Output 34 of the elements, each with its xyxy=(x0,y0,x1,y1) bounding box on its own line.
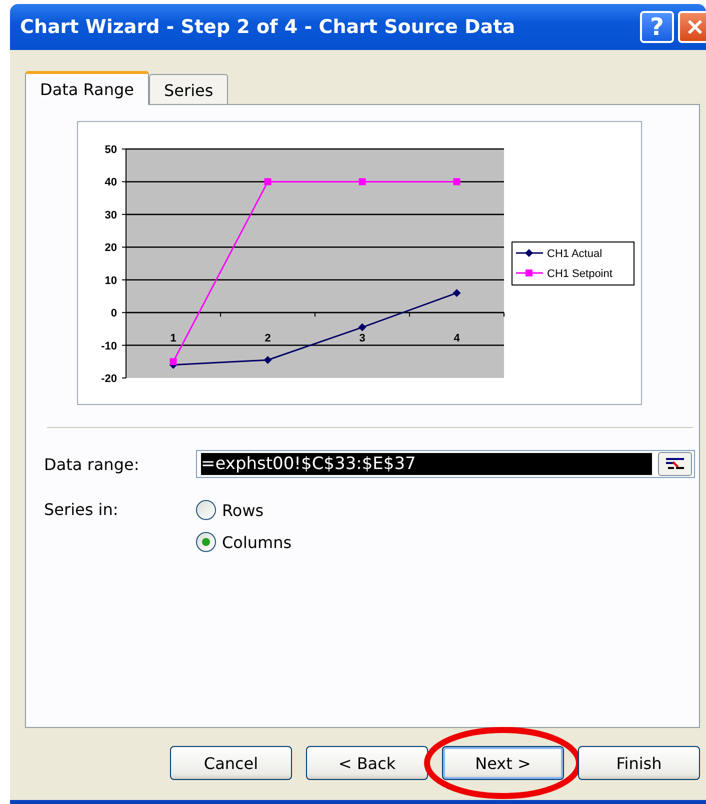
legend-swatch xyxy=(516,270,543,276)
data-point xyxy=(358,323,366,332)
field-label: Data range: xyxy=(44,454,140,474)
y-tick-label: 20 xyxy=(104,242,117,254)
legend-label: CH1 Setpoint xyxy=(547,268,612,280)
y-tick-label: 30 xyxy=(104,209,117,222)
tab[interactable]: Series xyxy=(149,74,228,104)
close-button[interactable] xyxy=(678,11,706,43)
y-tick-label: 50 xyxy=(104,144,117,156)
dialog-button[interactable]: Finish xyxy=(578,746,700,780)
x-tick-label: 3 xyxy=(359,332,366,345)
dialog-button[interactable]: Next > xyxy=(442,746,564,780)
data-point xyxy=(452,288,461,297)
legend-swatch xyxy=(516,249,543,257)
y-tick-label: 0 xyxy=(110,308,117,320)
group-label: Series in: xyxy=(44,500,120,521)
collapse-dialog-button[interactable] xyxy=(658,452,692,476)
radio-option[interactable]: Columns xyxy=(196,532,292,552)
x-tick-label: 4 xyxy=(454,332,460,345)
y-tick-label: 40 xyxy=(104,176,117,189)
help-button[interactable]: ? xyxy=(640,11,674,43)
radio-option[interactable]: Rows xyxy=(196,500,292,520)
dialog-button[interactable]: < Back xyxy=(306,746,428,780)
y-tick-label: -20 xyxy=(101,373,117,385)
dialog-button[interactable]: Cancel xyxy=(170,746,292,780)
data-point xyxy=(264,356,272,364)
x-tick-label: 1 xyxy=(170,332,176,345)
tab[interactable]: Data Range xyxy=(25,71,149,105)
x-tick-label: 2 xyxy=(264,332,271,345)
data-range-field[interactable]: =exphst00!$C$33:$E$37 xyxy=(196,450,695,478)
y-tick-label: -10 xyxy=(101,340,117,352)
y-tick-label: 10 xyxy=(104,274,117,287)
legend-label: CH1 Actual xyxy=(547,248,602,260)
window-title: Chart Wizard - Step 2 of 4 - Chart Source Data xyxy=(20,16,516,38)
